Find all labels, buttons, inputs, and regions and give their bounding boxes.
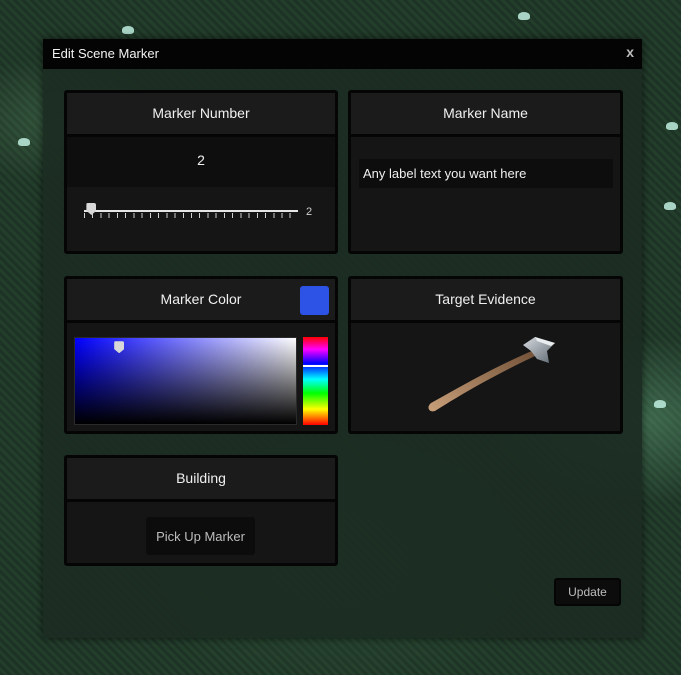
title-bar: Edit Scene Marker x — [43, 39, 642, 69]
dialog-title: Edit Scene Marker — [52, 46, 159, 61]
marker-name-panel: Marker Name — [348, 90, 623, 254]
pick-up-marker-button[interactable]: Pick Up Marker — [146, 517, 255, 555]
background-speck — [122, 26, 134, 34]
background-speck — [654, 400, 666, 408]
axe-icon — [423, 337, 563, 422]
marker-number-panel: Marker Number 2 2 — [64, 90, 338, 254]
slider-value-label: 2 — [306, 206, 313, 218]
marker-color-header: Marker Color — [67, 279, 335, 323]
color-swatch — [300, 286, 329, 315]
background-speck — [666, 122, 678, 130]
marker-name-header: Marker Name — [351, 93, 620, 137]
saturation-value-picker[interactable] — [74, 337, 297, 425]
marker-number-header: Marker Number — [67, 93, 335, 137]
background-speck — [664, 202, 676, 210]
update-button[interactable]: Update — [554, 578, 621, 606]
marker-number-value: 2 — [67, 137, 335, 187]
hue-slider[interactable] — [303, 337, 328, 425]
background-speck — [518, 12, 530, 20]
target-evidence-header: Target Evidence — [351, 279, 620, 323]
slider-ticks — [84, 213, 298, 218]
slider-track[interactable] — [84, 210, 298, 212]
marker-name-input[interactable] — [359, 159, 613, 188]
target-evidence-panel: Target Evidence — [348, 276, 623, 434]
building-header: Building — [67, 458, 335, 502]
background-speck — [18, 138, 30, 146]
building-panel: Building Pick Up Marker — [64, 455, 338, 566]
marker-color-label: Marker Color — [160, 291, 242, 307]
color-picker-thumb[interactable] — [114, 341, 125, 354]
hue-slider-handle[interactable] — [303, 365, 328, 368]
marker-color-panel: Marker Color — [64, 276, 338, 434]
close-button[interactable]: x — [626, 44, 634, 60]
edit-scene-marker-dialog: Edit Scene Marker x Marker Number 2 2 Ma… — [43, 39, 642, 638]
